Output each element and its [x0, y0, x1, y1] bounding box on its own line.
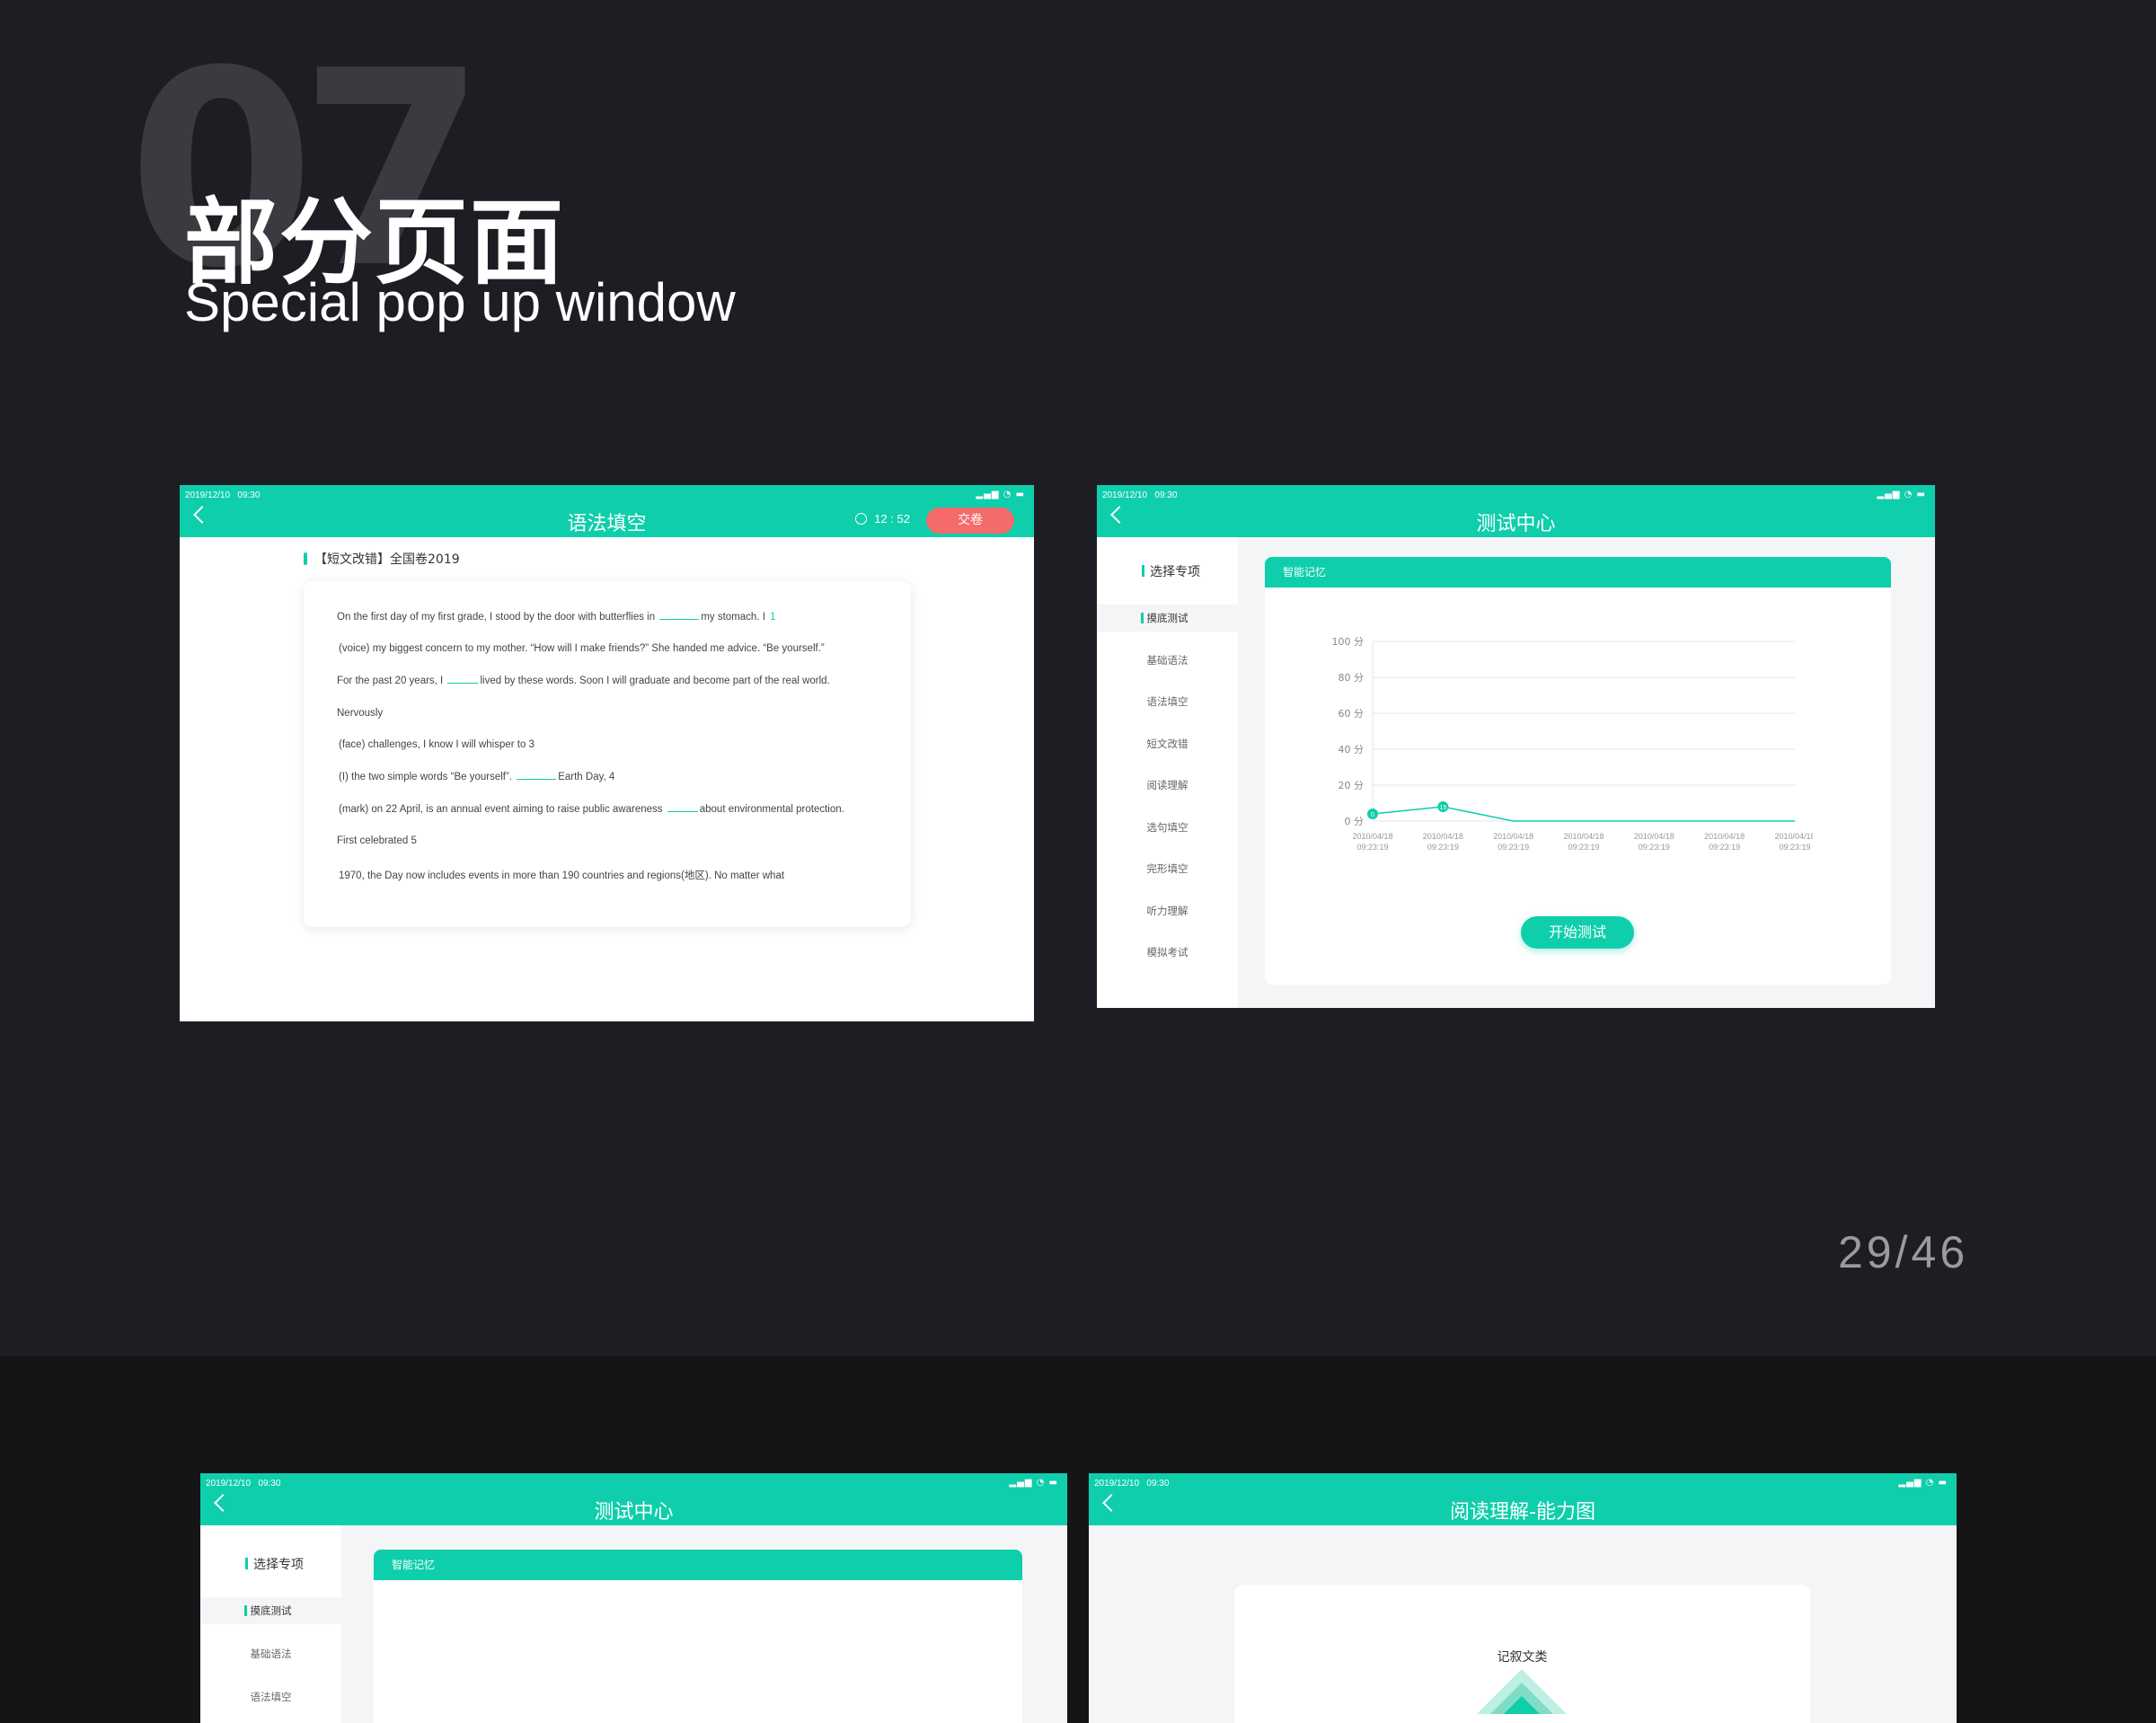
sidebar-item-placement-test[interactable]: 摸底测试: [1097, 605, 1238, 632]
section-title: 【短文改错】全国卷2019: [304, 550, 460, 568]
screen-test-center: 2019/12/10 09:30 ▂▄▆ ◔ ▬ 测试中心 选择专项 摸底测试 …: [1097, 485, 1935, 1008]
start-test-button[interactable]: 开始测试: [1521, 916, 1634, 949]
panel-header: 智能记忆: [1265, 557, 1891, 588]
sidebar-item-basic-grammar[interactable]: 基础语法: [200, 1640, 341, 1667]
status-bar: 2019/12/10 09:30: [1102, 490, 1178, 500]
section-marker: [304, 552, 307, 565]
status-bar: 2019/12/10 09:30: [1094, 1479, 1170, 1489]
sidebar: 选择专项 摸底测试 基础语法 语法填空: [200, 1525, 341, 1723]
status-bar: 2019/12/10 09:30: [206, 1479, 281, 1489]
passage-line: (mark) on 22 April, is an annual event a…: [339, 804, 844, 815]
answer-blank[interactable]: [667, 811, 698, 812]
submit-button[interactable]: 交卷: [926, 508, 1014, 534]
signal-wifi-battery-icon: ▂▄▆ ◔ ▬: [976, 490, 1025, 499]
clock-icon: [855, 513, 868, 525]
heading-marker: [1142, 565, 1144, 577]
passage-line: (voice) my biggest concern to my mother.…: [339, 643, 825, 654]
sidebar-heading: 选择专项: [245, 1555, 304, 1573]
x-tick-label-time: 09:23:19: [1639, 843, 1670, 852]
sidebar-item-basic-grammar[interactable]: 基础语法: [1097, 647, 1238, 674]
passage-line: First celebrated 5: [337, 835, 417, 846]
memory-panel: 智能记忆 100 分 80 分 60 分 40 分 20 分 0 分 2010/04/18 0…: [1265, 557, 1891, 985]
timer: 12 : 52: [855, 512, 910, 526]
sidebar-item-error-correction[interactable]: 短文改错: [1097, 730, 1238, 757]
x-tick-label-date: 2010/04/18: [1423, 832, 1463, 841]
top-bar: 2019/12/10 09:30 ▂▄▆ ◔ ▬ 测试中心: [200, 1473, 1067, 1525]
top-bar: 2019/12/10 09:30 ▂▄▆ ◔ ▬ 语法填空 12 : 52 交卷: [180, 485, 1034, 537]
sidebar-item-grammar-fill[interactable]: 语法填空: [1097, 688, 1238, 715]
status-bar: 2019/12/10 09:30: [185, 490, 261, 500]
question-card: On the first day of my first grade, I st…: [304, 581, 911, 927]
sidebar: 选择专项 摸底测试 基础语法 语法填空 短文改错 阅读理解 选句填空 完形填空 …: [1097, 537, 1238, 1008]
sidebar-item-placement-test[interactable]: 摸底测试: [200, 1597, 341, 1624]
x-tick-label-time: 09:23:19: [1498, 843, 1529, 852]
y-tick-label: 60 分: [1339, 708, 1365, 720]
passage-line: Nervously: [337, 708, 384, 719]
passage-line: For the past 20 years, I lived by these …: [337, 676, 830, 686]
x-tick-label-time: 09:23:19: [1427, 843, 1459, 852]
x-tick-label-date: 2010/04/18: [1493, 832, 1533, 841]
sidebar-item-grammar-fill[interactable]: 语法填空: [200, 1683, 341, 1710]
y-tick-label: 0 分: [1345, 816, 1365, 827]
panel-header: 智能记忆: [374, 1550, 1022, 1580]
section-title-en: Special pop up window: [184, 272, 736, 332]
signal-wifi-battery-icon: ▂▄▆ ◔ ▬: [1898, 1478, 1948, 1488]
top-bar: 2019/12/10 09:30 ▂▄▆ ◔ ▬ 阅读理解-能力图: [1089, 1473, 1957, 1525]
sidebar-item-listening[interactable]: 听力理解: [1097, 897, 1238, 924]
sidebar-item-reading[interactable]: 阅读理解: [1097, 772, 1238, 799]
heading-marker: [245, 1558, 248, 1569]
page-counter: 29/46: [1838, 1227, 1969, 1277]
answer-blank[interactable]: [659, 619, 700, 620]
sidebar-item-mock-exam[interactable]: 模拟考试: [1097, 939, 1238, 966]
series-line: [1372, 806, 1795, 822]
x-tick-label-date: 2010/04/18: [1563, 832, 1604, 841]
screen-reading-ability: 2019/12/10 09:30 ▂▄▆ ◔ ▬ 阅读理解-能力图 记叙文类: [1089, 1473, 1957, 1723]
passage-line: On the first day of my first grade, I st…: [337, 612, 776, 623]
answer-blank[interactable]: 1: [770, 612, 775, 623]
answer-blank[interactable]: [517, 779, 557, 780]
passage-line: (face) challenges, I know I will whisper…: [339, 739, 535, 750]
sidebar-item-cloze[interactable]: 完形填空: [1097, 855, 1238, 882]
top-bar: 2019/12/10 09:30 ▂▄▆ ◔ ▬ 测试中心: [1097, 485, 1935, 537]
screen-title: 阅读理解-能力图: [1450, 1501, 1595, 1524]
screen-title: 测试中心: [594, 1501, 674, 1524]
data-point-label: 0: [1371, 812, 1374, 818]
x-tick-label-date: 2010/04/18: [1774, 832, 1813, 841]
ability-card: 记叙文类: [1234, 1585, 1810, 1723]
y-tick-label: 80 分: [1339, 672, 1365, 684]
x-tick-label-time: 09:23:19: [1779, 843, 1810, 852]
screen-grammar-fill: 2019/12/10 09:30 ▂▄▆ ◔ ▬ 语法填空 12 : 52 交卷…: [180, 485, 1034, 1021]
passage-line: 1970, the Day now includes events in mor…: [339, 870, 785, 881]
ability-label: 记叙文类: [1497, 1650, 1548, 1665]
ability-radar-chart: [1477, 1669, 1567, 1714]
score-line-chart: 100 分 80 分 60 分 40 分 20 分 0 分 2010/04/18 09:23:…: [1332, 636, 1814, 852]
sidebar-item-sentence-fill[interactable]: 选句填空: [1097, 814, 1238, 841]
y-tick-label: 100 分: [1332, 636, 1365, 648]
memory-panel: 智能记忆: [374, 1550, 1022, 1723]
y-tick-label: 40 分: [1339, 744, 1365, 755]
x-tick-label-time: 09:23:19: [1709, 843, 1740, 852]
x-tick-label-date: 2010/04/18: [1634, 832, 1674, 841]
x-tick-label-date: 2010/04/18: [1352, 832, 1392, 841]
signal-wifi-battery-icon: ▂▄▆ ◔ ▬: [1009, 1478, 1058, 1488]
y-tick-label: 20 分: [1339, 780, 1365, 791]
signal-wifi-battery-icon: ▂▄▆ ◔ ▬: [1877, 490, 1926, 499]
x-tick-label-date: 2010/04/18: [1704, 832, 1745, 841]
screen-test-center-2: 2019/12/10 09:30 ▂▄▆ ◔ ▬ 测试中心 选择专项 摸底测试 …: [200, 1473, 1067, 1723]
sidebar-heading: 选择专项: [1142, 562, 1200, 580]
passage-line: (I) the two simple words “Be yourself”. …: [339, 772, 615, 782]
answer-blank[interactable]: [447, 683, 479, 684]
x-tick-label-time: 09:23:19: [1568, 843, 1599, 852]
data-point-label: 15: [1439, 805, 1446, 811]
screen-title: 测试中心: [1476, 513, 1556, 535]
x-tick-label-time: 09:23:19: [1356, 843, 1388, 852]
